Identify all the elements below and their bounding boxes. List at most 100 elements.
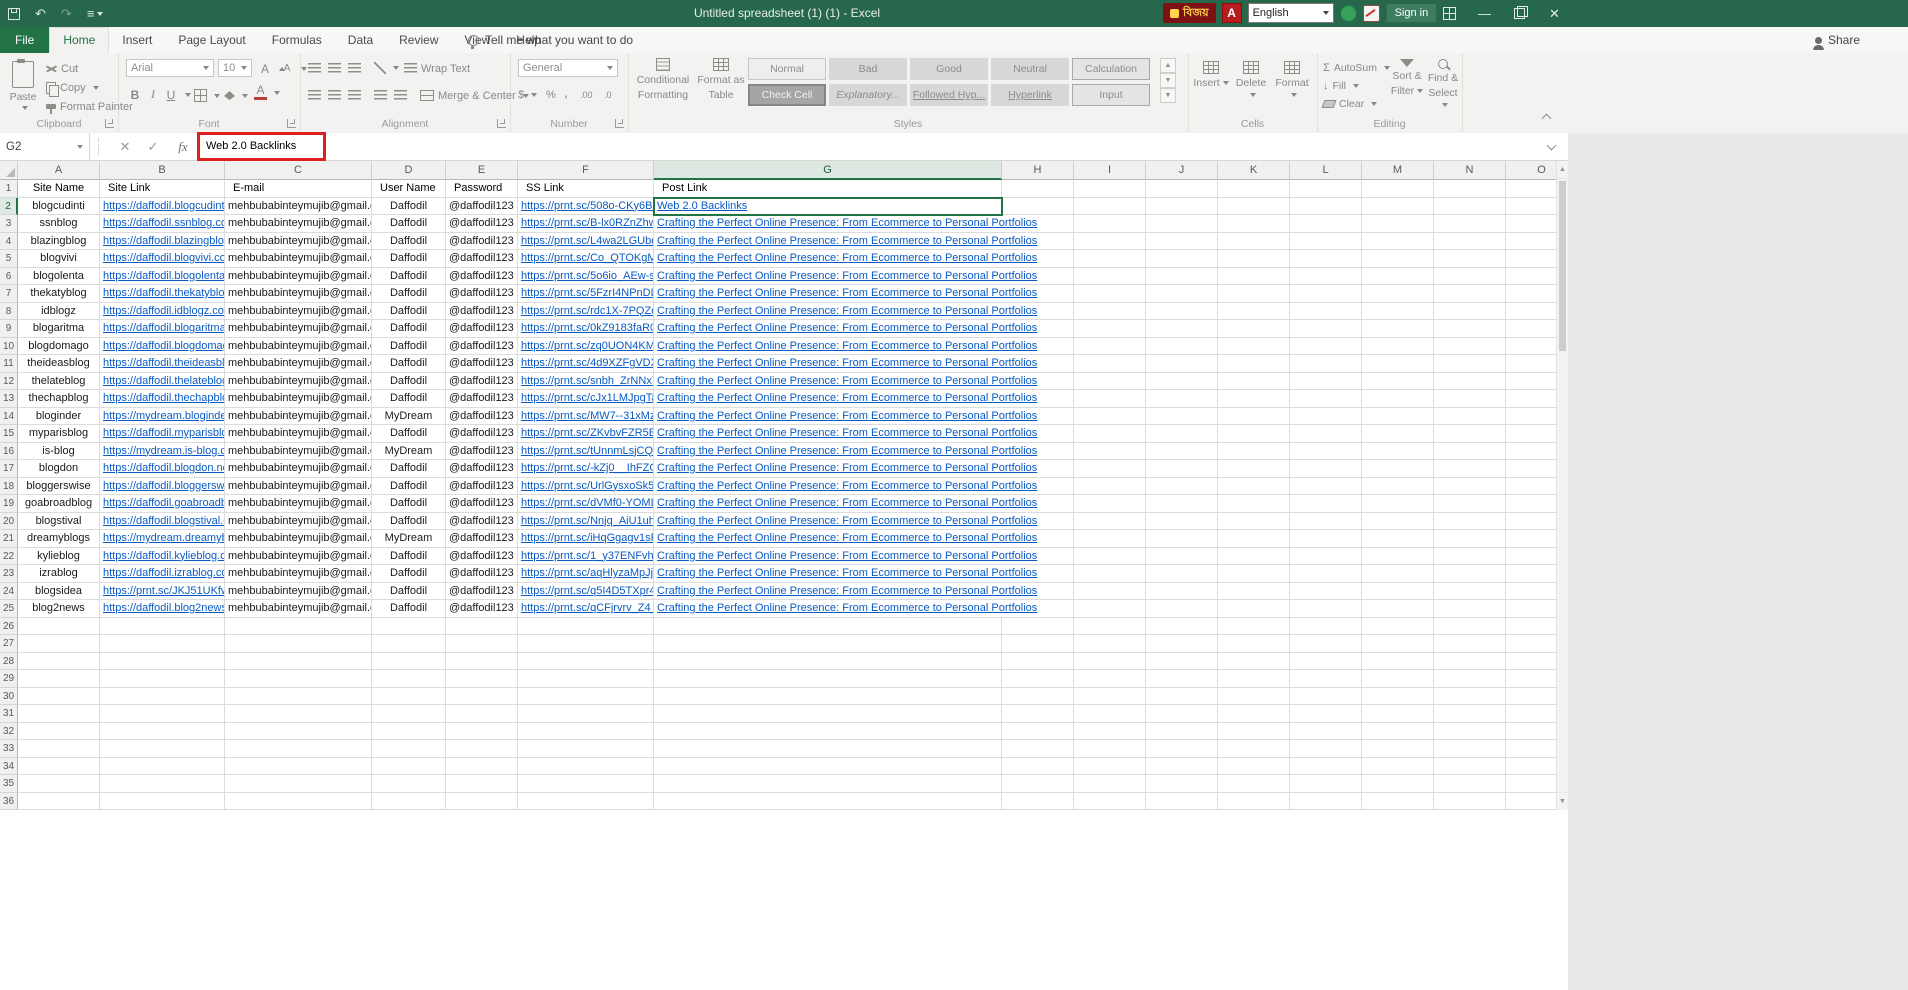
cell-style-followed-hyp[interactable]: Followed Hyp... (910, 84, 988, 106)
cell-M6[interactable] (1362, 268, 1434, 286)
cell-E8[interactable]: @daffodil123 (446, 303, 518, 321)
tab-file[interactable]: File (0, 27, 49, 53)
cell-B6[interactable]: https://daffodil.blogolenta.cc (100, 268, 225, 286)
cell-K14[interactable] (1218, 408, 1290, 426)
cancel-button[interactable]: ✕ (112, 133, 138, 160)
cell-K12[interactable] (1218, 373, 1290, 391)
cell-F27[interactable] (518, 635, 654, 653)
cell-A2[interactable]: blogcudinti (18, 198, 100, 216)
cell-J3[interactable] (1146, 215, 1218, 233)
number-dialog-launcher[interactable] (615, 119, 624, 128)
cell-E25[interactable]: @daffodil123 (446, 600, 518, 618)
cell-F22[interactable]: https://prnt.sc/1_y37ENFvhl (518, 548, 654, 566)
cell-K15[interactable] (1218, 425, 1290, 443)
cell-H28[interactable] (1002, 653, 1074, 671)
cell-O2[interactable] (1506, 198, 1556, 216)
align-right-button[interactable] (348, 87, 361, 104)
row-header-30[interactable]: 30 (0, 688, 18, 706)
cell-M8[interactable] (1362, 303, 1434, 321)
cell-K7[interactable] (1218, 285, 1290, 303)
row-header-13[interactable]: 13 (0, 390, 18, 408)
cell-G35[interactable] (654, 775, 1002, 793)
cell-I28[interactable] (1074, 653, 1146, 671)
gallery-more-button[interactable]: ▼ (1160, 88, 1176, 103)
cell-E10[interactable]: @daffodil123 (446, 338, 518, 356)
percent-style-button[interactable]: % (546, 86, 556, 103)
row-header-26[interactable]: 26 (0, 618, 18, 636)
cell-J2[interactable] (1146, 198, 1218, 216)
tab-formulas[interactable]: Formulas (259, 27, 335, 53)
cell-O36[interactable] (1506, 793, 1556, 811)
column-header-O[interactable]: O (1506, 161, 1556, 180)
tab-review[interactable]: Review (386, 27, 451, 53)
cell-C6[interactable]: mehbubabinteymujib@gmail.com (225, 268, 372, 286)
cell-J6[interactable] (1146, 268, 1218, 286)
cell-I13[interactable] (1074, 390, 1146, 408)
cell-G36[interactable] (654, 793, 1002, 811)
cell-G9[interactable]: Crafting the Perfect Online Presence: Fr… (654, 320, 1002, 338)
cell-C34[interactable] (225, 758, 372, 776)
cell-N10[interactable] (1434, 338, 1506, 356)
cell-C27[interactable] (225, 635, 372, 653)
cell-A32[interactable] (18, 723, 100, 741)
cell-I23[interactable] (1074, 565, 1146, 583)
paste-button[interactable]: Paste (6, 57, 40, 110)
cell-E30[interactable] (446, 688, 518, 706)
cell-I14[interactable] (1074, 408, 1146, 426)
font-size-select[interactable]: 10 (218, 59, 252, 77)
cell-O31[interactable] (1506, 705, 1556, 723)
align-bottom-button[interactable] (348, 60, 361, 77)
accounting-format-button[interactable]: $ (518, 86, 537, 103)
cell-N32[interactable] (1434, 723, 1506, 741)
cell-H30[interactable] (1002, 688, 1074, 706)
cell-M34[interactable] (1362, 758, 1434, 776)
cell-G28[interactable] (654, 653, 1002, 671)
cell-G6[interactable]: Crafting the Perfect Online Presence: Fr… (654, 268, 1002, 286)
cell-G29[interactable] (654, 670, 1002, 688)
cell-O19[interactable] (1506, 495, 1556, 513)
cell-B29[interactable] (100, 670, 225, 688)
column-header-J[interactable]: J (1146, 161, 1218, 180)
cell-M32[interactable] (1362, 723, 1434, 741)
sign-in-button[interactable]: Sign in (1386, 3, 1438, 23)
bijoy-keyboard-badge[interactable]: বিজয় (1163, 3, 1216, 23)
cell-N6[interactable] (1434, 268, 1506, 286)
cell-L9[interactable] (1290, 320, 1362, 338)
cell-G24[interactable]: Crafting the Perfect Online Presence: Fr… (654, 583, 1002, 601)
cell-E11[interactable]: @daffodil123 (446, 355, 518, 373)
cell-G5[interactable]: Crafting the Perfect Online Presence: Fr… (654, 250, 1002, 268)
cell-F9[interactable]: https://prnt.sc/0kZ9183faR0s (518, 320, 654, 338)
cell-E3[interactable]: @daffodil123 (446, 215, 518, 233)
cell-A23[interactable]: izrablog (18, 565, 100, 583)
cell-D13[interactable]: Daffodil (372, 390, 446, 408)
cell-L28[interactable] (1290, 653, 1362, 671)
cell-G11[interactable]: Crafting the Perfect Online Presence: Fr… (654, 355, 1002, 373)
column-header-L[interactable]: L (1290, 161, 1362, 180)
cell-A35[interactable] (18, 775, 100, 793)
cell-O28[interactable] (1506, 653, 1556, 671)
cell-M17[interactable] (1362, 460, 1434, 478)
vertical-scrollbar[interactable]: ▲ ▼ (1556, 161, 1568, 810)
gallery-scroll-up[interactable]: ▲ (1160, 58, 1176, 73)
cell-E20[interactable]: @daffodil123 (446, 513, 518, 531)
cell-I4[interactable] (1074, 233, 1146, 251)
cell-K2[interactable] (1218, 198, 1290, 216)
cell-O9[interactable] (1506, 320, 1556, 338)
alignment-dialog-launcher[interactable] (497, 119, 506, 128)
cell-M25[interactable] (1362, 600, 1434, 618)
cell-I25[interactable] (1074, 600, 1146, 618)
cell-J36[interactable] (1146, 793, 1218, 811)
scroll-down-arrow-icon[interactable]: ▼ (1557, 792, 1568, 810)
cell-I26[interactable] (1074, 618, 1146, 636)
cell-N11[interactable] (1434, 355, 1506, 373)
cell-M35[interactable] (1362, 775, 1434, 793)
cell-K34[interactable] (1218, 758, 1290, 776)
cell-O14[interactable] (1506, 408, 1556, 426)
cell-A31[interactable] (18, 705, 100, 723)
cell-G17[interactable]: Crafting the Perfect Online Presence: Fr… (654, 460, 1002, 478)
row-header-9[interactable]: 9 (0, 320, 18, 338)
row-header-8[interactable]: 8 (0, 303, 18, 321)
cell-B10[interactable]: https://daffodil.blogdomago. (100, 338, 225, 356)
cell-K35[interactable] (1218, 775, 1290, 793)
cell-M30[interactable] (1362, 688, 1434, 706)
